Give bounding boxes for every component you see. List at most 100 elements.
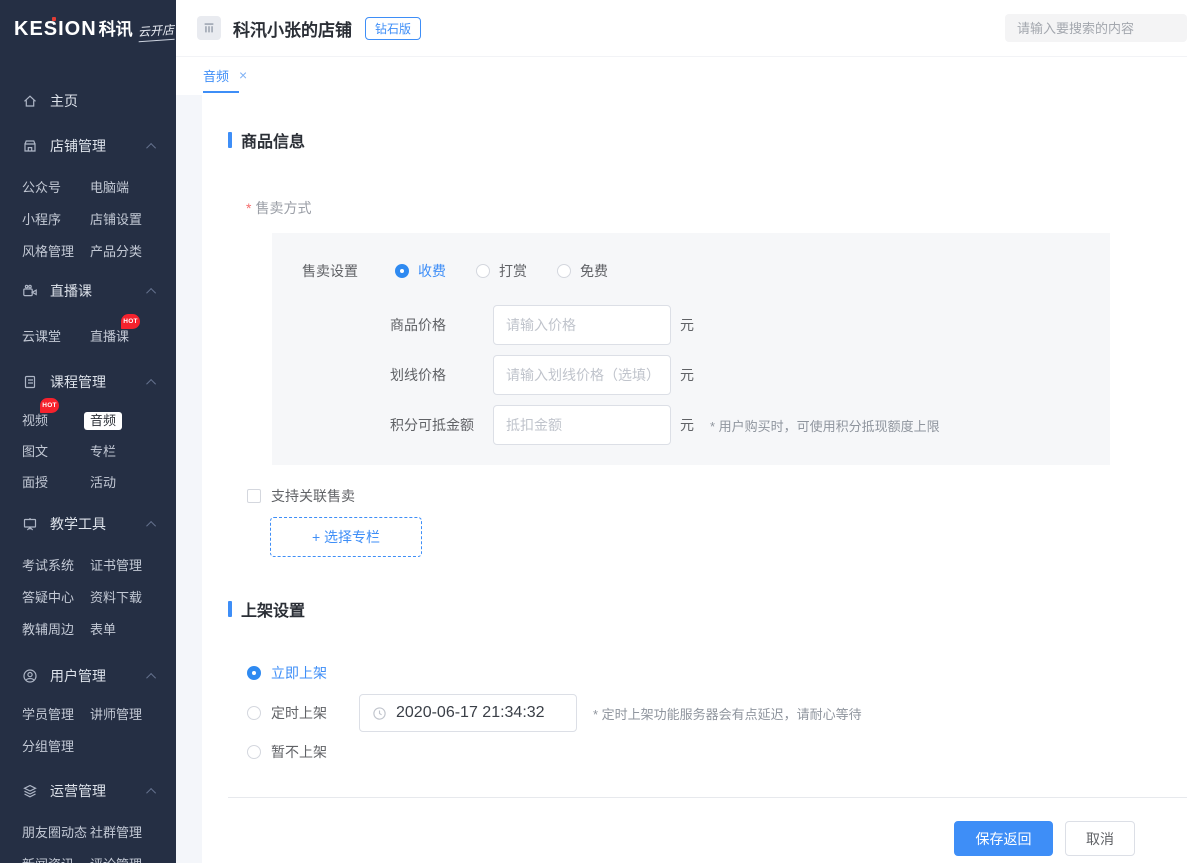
price-input[interactable]	[493, 305, 671, 345]
tab-label: 音频	[203, 68, 230, 84]
sidebar-item[interactable]: 评论管理	[90, 856, 142, 863]
related-sale-checkbox-row[interactable]: 支持关联售卖	[247, 488, 1187, 504]
search-input[interactable]	[1005, 14, 1187, 42]
points-label: 积分可抵金额	[390, 417, 474, 433]
sidebar-item[interactable]: 教辅周边	[22, 621, 74, 639]
sidebar-item[interactable]: 面授	[22, 474, 48, 492]
sidebar-item[interactable]: 学员管理	[22, 706, 74, 724]
checkbox-icon[interactable]	[247, 489, 261, 503]
hot-badge: HOT	[121, 314, 141, 329]
radio-option-tip[interactable]: 打赏	[476, 261, 527, 281]
sidebar-section-tools[interactable]: 教学工具	[22, 515, 176, 533]
section-accent-bar	[228, 601, 232, 617]
sidebar-item[interactable]: 电脑端	[90, 179, 129, 197]
chevron-up-icon	[146, 520, 157, 531]
sidebar-item[interactable]: 图文	[22, 443, 48, 461]
footer-actions: 保存返回 取消	[228, 821, 1187, 856]
logo[interactable]: KESION 科讯 云开店	[0, 0, 176, 43]
radio-option-paid[interactable]: 收费	[395, 261, 446, 281]
sidebar-item-home[interactable]: 主页	[22, 92, 176, 110]
sidebar-section-label: 运营管理	[50, 783, 106, 799]
sidebar-item[interactable]: 社群管理	[90, 824, 142, 842]
save-return-button[interactable]: 保存返回	[954, 821, 1053, 856]
sidebar-item[interactable]: 讲师管理	[90, 706, 142, 724]
chevron-up-icon	[146, 787, 157, 798]
sidebar-item-video-hot[interactable]: 视频 HOT	[22, 398, 60, 430]
close-icon[interactable]: ×	[239, 68, 247, 82]
sidebar-item[interactable]: 分组管理	[22, 738, 74, 756]
chevron-up-icon	[146, 672, 157, 683]
sidebar-item[interactable]: 资料下载	[90, 589, 142, 607]
section-title: 上架设置	[241, 603, 306, 620]
scheduled-note: * 定时上架功能服务器会有点延迟，请耐心等待	[593, 706, 862, 722]
sidebar-item[interactable]: 风格管理	[22, 243, 74, 261]
radio-option-not-yet[interactable]: 暂不上架	[247, 743, 1187, 761]
sidebar-item[interactable]: 公众号	[22, 179, 61, 197]
sidebar-item[interactable]: 证书管理	[90, 557, 142, 575]
sidebar-section-live[interactable]: 直播课	[22, 282, 176, 300]
radio-icon	[247, 745, 261, 759]
datetime-picker[interactable]: 2020-06-17 21:34:32	[359, 694, 577, 732]
tab-audio[interactable]: 音频 ×	[203, 57, 247, 93]
radio-icon	[476, 264, 490, 278]
sidebar-item[interactable]: 朋友圈动态	[22, 824, 87, 842]
sidebar-group-users: 学员管理 讲师管理 分组管理	[22, 706, 176, 756]
select-column-button[interactable]: + 选择专栏	[270, 517, 422, 557]
sale-method-label: * 售卖方式	[246, 200, 312, 216]
chevron-up-icon	[146, 287, 157, 298]
sidebar-item[interactable]: 答疑中心	[22, 589, 74, 607]
hot-badge: HOT	[40, 398, 60, 413]
related-sale-label: 支持关联售卖	[271, 488, 355, 504]
line-price-field-row: 划线价格 元	[390, 355, 1110, 395]
radio-option-free[interactable]: 免费	[557, 261, 608, 281]
home-icon	[24, 95, 36, 107]
app-root: KESION 科讯 云开店 主页 店铺管理 公众号 电脑端 小程序 店铺设置 风格管…	[0, 0, 1187, 863]
datetime-value: 2020-06-17 21:34:32	[396, 704, 545, 721]
logo-brand-cn: 科讯	[98, 20, 133, 39]
version-badge[interactable]: 钻石版	[365, 16, 422, 40]
sidebar-item[interactable]: 表单	[90, 621, 116, 639]
sidebar-section-operations[interactable]: 运营管理	[22, 782, 176, 800]
logo-brand: KESION	[14, 18, 97, 40]
sidebar-item-label: 直播课	[90, 329, 130, 344]
sidebar-section-users[interactable]: 用户管理	[22, 667, 176, 685]
course-doc-icon	[24, 375, 36, 389]
radio-icon[interactable]	[247, 706, 261, 720]
shelf-options: 立即上架 定时上架 2020-06-17 21:34:32 * 定时上架功能服务…	[247, 664, 1187, 761]
live-camera-icon	[23, 284, 37, 297]
points-input[interactable]	[493, 405, 671, 445]
sidebar-item[interactable]: 店铺设置	[90, 211, 142, 229]
logo-slogan: 云开店	[137, 20, 175, 43]
sidebar: KESION 科讯 云开店 主页 店铺管理 公众号 电脑端 小程序 店铺设置 风格管…	[0, 0, 176, 863]
sidebar-section-label: 课程管理	[50, 374, 106, 390]
section-title: 商品信息	[241, 134, 306, 151]
sale-settings-panel: 售卖设置 收费 打赏 免费 商品价格 请输入价格 元 划线价格 请输入划线价格（…	[272, 233, 1110, 465]
section-product-info: 商品信息	[228, 132, 1187, 151]
sidebar-section-store[interactable]: 店铺管理	[22, 137, 176, 155]
sidebar-item-audio-selected[interactable]: 音频	[84, 412, 123, 430]
sidebar-item[interactable]: 新闻资讯	[22, 856, 74, 863]
shop-icon	[24, 140, 36, 152]
logo-i-dot	[52, 17, 56, 21]
sidebar-section-label: 直播课	[50, 283, 92, 299]
sidebar-group-course: 视频 HOT 音频 图文 专栏 面授 活动	[22, 398, 176, 492]
layers-icon	[23, 784, 37, 798]
price-label: 商品价格	[390, 317, 446, 333]
sidebar-item[interactable]: 产品分类	[90, 243, 142, 261]
sidebar-item[interactable]: 专栏	[90, 443, 116, 461]
sidebar-item[interactable]: 小程序	[22, 211, 61, 229]
radio-selected-icon	[395, 264, 409, 278]
price-field-row: 商品价格 元	[390, 305, 1110, 345]
cancel-button[interactable]: 取消	[1065, 821, 1135, 856]
sidebar-section-label: 用户管理	[50, 668, 106, 684]
line-price-input[interactable]	[493, 355, 671, 395]
radio-option-immediate[interactable]: 立即上架	[247, 664, 1187, 682]
unit-label: 元	[680, 317, 694, 333]
scheduled-row: 定时上架 2020-06-17 21:34:32 * 定时上架功能服务器会有点延…	[247, 694, 1187, 732]
page-title: 科汛小张的店铺	[233, 20, 352, 40]
sidebar-item-live-hot[interactable]: 直播课 HOT	[90, 314, 141, 346]
sidebar-section-course[interactable]: 课程管理	[22, 373, 176, 391]
sidebar-item[interactable]: 活动	[90, 474, 116, 492]
sidebar-item[interactable]: 考试系统	[22, 557, 74, 575]
sidebar-item[interactable]: 云课堂	[22, 328, 61, 346]
